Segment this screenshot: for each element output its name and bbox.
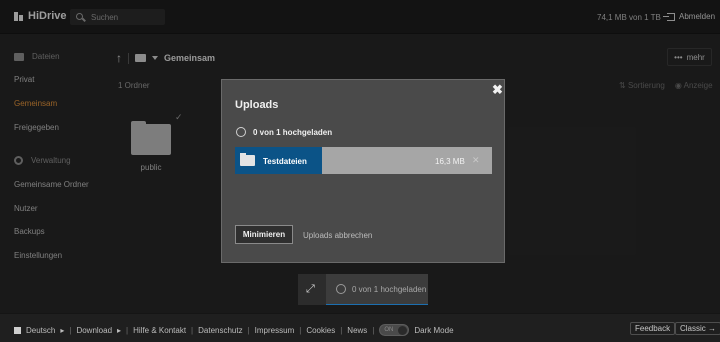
mini-status-text: 0 von 1 hochgeladen <box>352 284 427 294</box>
divider: | <box>126 325 129 335</box>
close-icon[interactable]: ✖ <box>492 82 503 98</box>
upload-status: 0 von 1 hochgeladen <box>236 127 332 137</box>
cancel-file-icon[interactable]: ✕ <box>472 155 480 166</box>
minimize-button[interactable]: Minimieren <box>235 225 293 244</box>
divider: | <box>191 325 194 335</box>
dark-mode-label: Dark Mode <box>414 325 454 335</box>
folder-icon <box>240 153 255 166</box>
toggle-knob <box>398 326 408 335</box>
upload-status-text: 0 von 1 hochgeladen <box>253 127 333 137</box>
abort-uploads-button[interactable]: Uploads abbrechen <box>303 231 372 240</box>
upload-mini-widget: ⤢ 0 von 1 hochgeladen <box>298 274 428 305</box>
mini-status[interactable]: 0 von 1 hochgeladen <box>326 274 428 305</box>
feedback-button[interactable]: Feedback <box>630 322 676 335</box>
footer-link-help[interactable]: Hilfe & Kontakt <box>133 326 186 335</box>
spinner-icon <box>336 284 346 294</box>
classic-label: Classic <box>680 324 706 333</box>
spinner-icon <box>236 127 246 137</box>
upload-file-row: Testdateien 16,3 MB ✕ <box>235 147 492 174</box>
footer-link-imprint[interactable]: Impressum <box>255 326 295 335</box>
arrow-right-icon: → <box>705 324 717 333</box>
footer-link-cookies[interactable]: Cookies <box>306 326 335 335</box>
divider: | <box>372 325 375 335</box>
divider: | <box>299 325 302 335</box>
expand-icon[interactable]: ⤢ <box>306 283 315 296</box>
classic-button[interactable]: Classic → <box>675 322 720 335</box>
footer-link-news[interactable]: News <box>347 326 367 335</box>
flag-icon <box>14 326 21 334</box>
toggle-state: ON <box>384 327 394 333</box>
uploads-dialog: Uploads ✖ 0 von 1 hochgeladen Testdateie… <box>221 79 505 263</box>
language-selector[interactable]: Deutsch <box>26 326 55 335</box>
caret-right-icon: ▸ <box>117 325 122 335</box>
dialog-title: Uploads <box>235 99 279 111</box>
upload-file-size: 16,3 MB <box>435 157 465 166</box>
dark-mode-toggle[interactable]: ON <box>379 324 410 336</box>
footer-link-download[interactable]: Download <box>76 326 112 335</box>
upload-file-name: Testdateien <box>263 157 307 166</box>
footer: Deutsch ▸ | Download ▸ | Hilfe & Kontakt… <box>0 313 720 342</box>
divider: | <box>247 325 250 335</box>
footer-link-privacy[interactable]: Datenschutz <box>198 326 242 335</box>
caret-right-icon: ▸ <box>60 325 65 335</box>
divider: | <box>69 325 72 335</box>
footer-links: Deutsch ▸ | Download ▸ | Hilfe & Kontakt… <box>14 324 454 336</box>
divider: | <box>340 325 343 335</box>
